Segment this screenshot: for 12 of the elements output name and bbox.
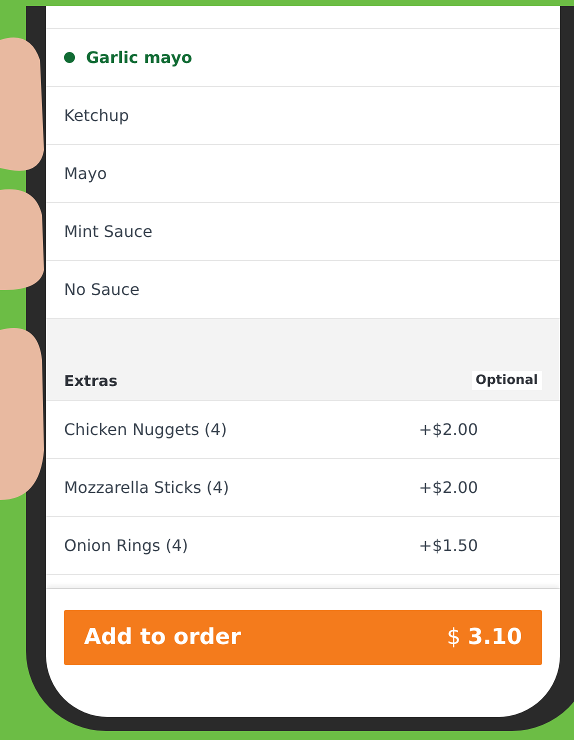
sauce-option[interactable]: Mayo: [46, 145, 560, 203]
optional-badge: Optional: [472, 371, 542, 390]
extra-price: +$2.00: [418, 478, 478, 497]
extra-name[interactable]: Onion Rings (4): [64, 536, 188, 555]
section-title: Extras: [64, 372, 118, 390]
sauce-option[interactable]: Mint Sauce: [46, 203, 560, 261]
sauce-option[interactable]: Garlic mayo: [46, 29, 560, 87]
extra-price: +$2.00: [418, 420, 478, 439]
extra-name[interactable]: Chicken Nuggets (4): [64, 420, 227, 439]
sauce-option[interactable]: Ketchup: [46, 87, 560, 145]
extra-name[interactable]: Mozzarella Sticks (4): [64, 478, 230, 497]
extra-price: +$1.50: [418, 536, 478, 555]
